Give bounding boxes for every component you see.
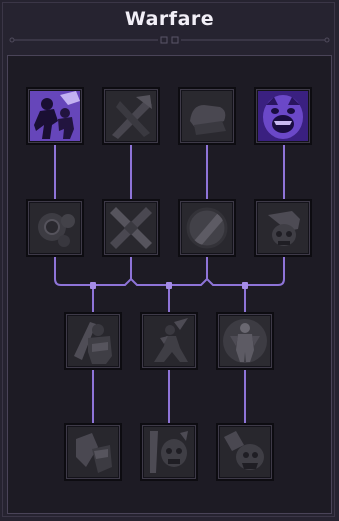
gauntlet-icon <box>220 427 270 477</box>
crossed-axes-icon <box>106 91 156 141</box>
skill-node-lunging-figure[interactable] <box>140 312 198 370</box>
skill-node-roaring-face[interactable] <box>254 87 312 145</box>
gear-target-icon <box>30 203 80 253</box>
skull-blade-icon <box>144 427 194 477</box>
skill-tree-panel: Warfare <box>0 0 339 521</box>
skill-node-skull-fist[interactable] <box>254 199 312 257</box>
lunging-figure-icon <box>144 316 194 366</box>
skill-node-grip-hand[interactable] <box>178 87 236 145</box>
skill-node-glowing-figure[interactable] <box>216 312 274 370</box>
glowing-figure-icon <box>220 316 270 366</box>
skill-node-crossed-axes[interactable] <box>102 87 160 145</box>
skill-node-shield-slash[interactable] <box>178 199 236 257</box>
grip-hand-icon <box>182 91 232 141</box>
skull-fist-icon <box>258 203 308 253</box>
skill-node-shield-hammer[interactable] <box>64 423 122 481</box>
shield-slash-icon <box>182 203 232 253</box>
skill-node-gauntlet[interactable] <box>216 423 274 481</box>
shield-hammer-icon <box>68 427 118 477</box>
skill-node-skull-blade[interactable] <box>140 423 198 481</box>
skill-node-armored-warrior[interactable] <box>64 312 122 370</box>
skill-node-charging-figure[interactable] <box>26 87 84 145</box>
charging-figure-icon <box>30 91 80 141</box>
skill-node-gear-target[interactable] <box>26 199 84 257</box>
skill-node-crossed-swords[interactable] <box>102 199 160 257</box>
crossed-swords-icon <box>106 203 156 253</box>
roaring-face-icon <box>258 91 308 141</box>
armored-warrior-icon <box>68 316 118 366</box>
